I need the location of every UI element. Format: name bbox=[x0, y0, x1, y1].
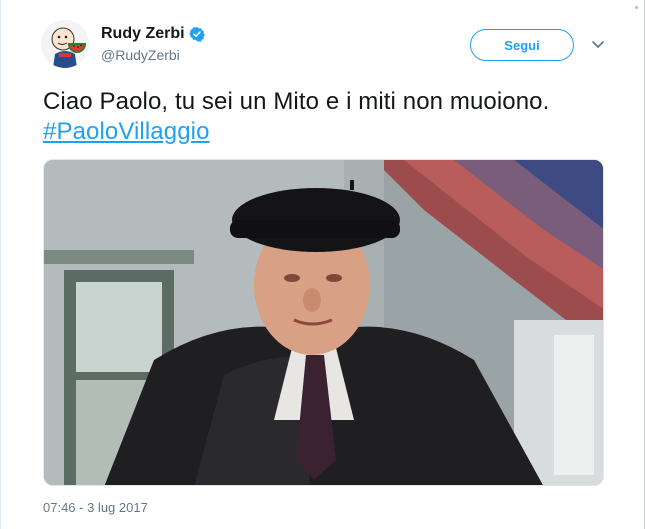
follow-button[interactable]: Segui bbox=[470, 29, 574, 61]
display-name[interactable]: Rudy Zerbi bbox=[101, 25, 185, 43]
tweet-text-body: Ciao Paolo, tu sei un Mito e i miti non … bbox=[43, 88, 550, 115]
tweet-text: Ciao Paolo, tu sei un Mito e i miti non … bbox=[43, 87, 583, 147]
corner-dot bbox=[635, 6, 638, 9]
name-row: Rudy Zerbi bbox=[101, 24, 205, 44]
user-info: Rudy Zerbi @RudyZerbi bbox=[101, 24, 205, 63]
verified-badge-icon bbox=[188, 26, 205, 42]
chevron-down-icon[interactable] bbox=[590, 36, 606, 52]
tweet-photo[interactable] bbox=[43, 159, 604, 486]
avatar-illustration bbox=[41, 20, 89, 68]
hashtag-link[interactable]: #PaoloVillaggio bbox=[43, 118, 210, 145]
photo-illustration bbox=[44, 160, 603, 485]
tweet-timestamp[interactable]: 07:46 - 3 lug 2017 bbox=[43, 500, 148, 515]
avatar[interactable] bbox=[41, 20, 89, 68]
tweet-header: Rudy Zerbi @RudyZerbi Segui bbox=[41, 18, 608, 68]
tweet-card: Rudy Zerbi @RudyZerbi Segui Ciao Paolo, … bbox=[0, 0, 645, 529]
user-handle[interactable]: @RudyZerbi bbox=[101, 47, 205, 63]
